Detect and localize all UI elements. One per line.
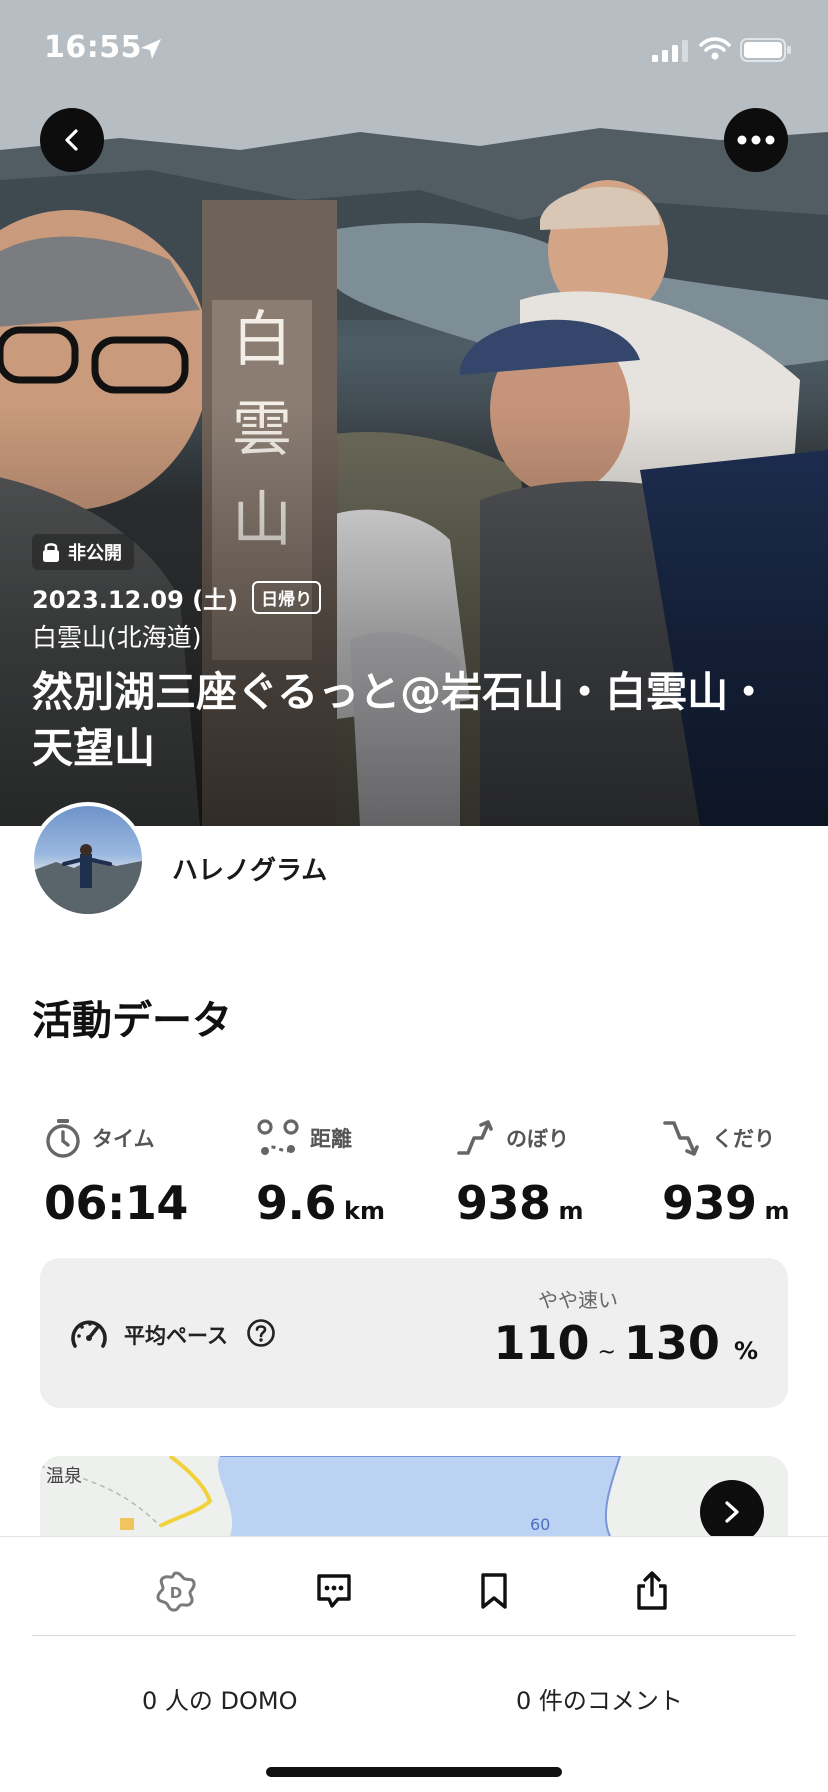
wifi-icon: [699, 37, 731, 60]
activity-data-heading: 活動データ: [32, 998, 232, 1044]
stat-time: タイム 06:14: [44, 1116, 244, 1230]
map-contour-label: 60: [530, 1515, 550, 1534]
user-name[interactable]: ハレノグラム: [172, 850, 327, 887]
descent-icon: [663, 1121, 699, 1156]
more-options-button[interactable]: [724, 108, 788, 172]
status-bar: 16:55: [0, 0, 828, 100]
map-image: 温泉 60: [40, 1456, 788, 1536]
speedometer-icon: [71, 1320, 107, 1348]
chevron-left-icon: [65, 129, 78, 151]
privacy-badge: 非公開: [32, 534, 134, 570]
route-map-thumbnail[interactable]: 温泉 60: [40, 1456, 788, 1536]
domo-flower-icon: D: [156, 1571, 196, 1612]
ascent-icon: [457, 1120, 493, 1155]
cellular-signal-icon: [652, 40, 688, 62]
map-place-label: 温泉: [46, 1466, 82, 1487]
stat-unit: km: [344, 1197, 385, 1225]
stat-value: 938: [456, 1176, 551, 1230]
domo-button[interactable]: D: [152, 1567, 200, 1615]
route-icon: [257, 1119, 299, 1155]
battery-icon: [740, 38, 791, 62]
domo-icon-letter: D: [170, 1584, 182, 1602]
lock-icon: [43, 543, 59, 562]
bookmark-icon: [481, 1573, 507, 1609]
pace-speed-label: やや速い: [538, 1288, 618, 1312]
pace-label: 平均ペース: [124, 1324, 228, 1348]
activity-date-row: 2023.12.09 (土) 日帰り: [32, 580, 322, 615]
chevron-right-icon: [725, 1501, 739, 1523]
activity-date: 2023.12.09 (土): [32, 586, 239, 614]
stat-value: 9.6: [256, 1176, 337, 1230]
mountain-name[interactable]: 白雲山(北海道): [32, 618, 202, 654]
stat-unit: m: [558, 1197, 584, 1225]
home-indicator: [266, 1767, 562, 1777]
share-icon: [637, 1571, 667, 1610]
pace-unit: %: [733, 1337, 758, 1365]
domo-count[interactable]: 0 人の DOMO: [142, 1681, 298, 1716]
stat-label: 距離: [310, 1127, 352, 1151]
pace-min: 110: [493, 1316, 590, 1370]
stat-label: タイム: [92, 1127, 155, 1151]
activity-title: 然別湖三座ぐるっと@岩石山・白雲山・天望山: [32, 668, 770, 772]
bottom-action-bar: D 0 人の DOMO 0 件のコメント: [0, 1536, 828, 1792]
status-time: 16:55: [44, 30, 142, 65]
stat-value: 939: [662, 1176, 757, 1230]
trip-type-tag: 日帰り: [252, 581, 322, 614]
pace-range: 110 ~ 130 %: [493, 1316, 758, 1370]
stat-descent: くだり 939 m: [662, 1116, 828, 1230]
pace-max: 130: [623, 1316, 720, 1370]
back-button[interactable]: [40, 108, 104, 172]
stat-value: 06:14: [44, 1176, 188, 1230]
stat-label: くだり: [712, 1127, 775, 1151]
bookmark-button[interactable]: [470, 1567, 518, 1615]
location-arrow-icon: [141, 39, 161, 59]
stat-distance: 距離 9.6 km: [256, 1116, 456, 1230]
share-button[interactable]: [628, 1567, 676, 1615]
map-open-button[interactable]: [700, 1480, 764, 1544]
stat-unit: m: [764, 1197, 790, 1225]
privacy-label: 非公開: [68, 543, 122, 564]
comment-icon: [317, 1574, 351, 1608]
divider: [32, 1635, 796, 1636]
stat-ascent: のぼり 938 m: [456, 1116, 656, 1230]
ellipsis-icon: [737, 135, 775, 145]
stopwatch-icon: [46, 1119, 80, 1158]
help-icon[interactable]: [246, 1318, 276, 1348]
pace-tilde: ~: [597, 1340, 616, 1365]
avatar-photo: [34, 844, 142, 914]
comment-count[interactable]: 0 件のコメント: [516, 1681, 683, 1716]
comment-button[interactable]: [310, 1567, 358, 1615]
avatar[interactable]: [30, 802, 146, 918]
summit-sign-char: 白: [232, 305, 292, 375]
stat-label: のぼり: [506, 1127, 569, 1151]
average-pace-card: 平均ペース やや速い 110 ~ 130 %: [40, 1258, 788, 1408]
